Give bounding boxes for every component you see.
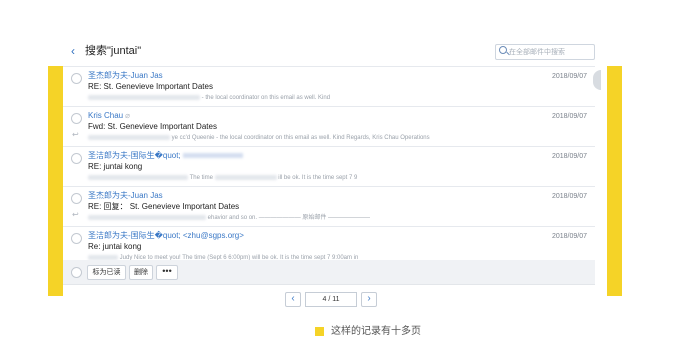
email-row[interactable]: 圣杰郎为夫-Juan Jas 2018/09/07 RE: St. Genevi… [63, 66, 595, 107]
email-preview: The time ill be ok. It is the time sept … [88, 174, 357, 182]
email-sender: 圣洁郎为夫-国际生�quot; <zhu@sgps.org> [88, 231, 244, 240]
attachment-icon: ⌀ [125, 111, 130, 120]
more-actions-button[interactable]: ••• [156, 265, 178, 280]
email-date: 2018/09/07 [551, 153, 587, 160]
sender-name: Kris Chau [88, 111, 124, 120]
email-subject: RE: juntai kong [88, 162, 143, 171]
search-placeholder: 在全部邮件中搜索 [509, 49, 565, 56]
select-checkbox[interactable] [71, 153, 82, 164]
redacted-text [214, 174, 277, 180]
preview-text: ill be ok. It is the time sept 7 9 [278, 175, 358, 181]
mark-read-button[interactable]: 标为已读 [87, 265, 126, 280]
email-subject: Fwd: St. Genevieve Important Dates [88, 122, 217, 131]
caption-text: 这样的记录有十多页 [331, 326, 421, 337]
right-yellow-bar [607, 66, 622, 296]
email-date: 2018/09/07 [551, 233, 587, 240]
email-subject: RE: 回复： St. Genevieve Important Dates [88, 202, 240, 211]
select-checkbox[interactable] [71, 193, 82, 204]
preview-text: ye cc'd Queenie - the local coordinator … [171, 135, 430, 141]
replied-arrow-icon: ↩ [72, 210, 79, 219]
email-row[interactable]: ↩ Kris Chau ⌀ 2018/09/07 Fwd: St. Genevie… [63, 107, 595, 147]
preview-text: ehavior and so on. ——————— 原始邮件 ——————— [207, 215, 371, 221]
left-yellow-bar [48, 66, 63, 296]
email-sender: 圣杰郎为夫-Juan Jas [88, 191, 163, 200]
sender-name: 圣洁郎为夫-国际生�quot; [88, 151, 181, 160]
preview-text: - the local coordinator on this email as… [201, 95, 331, 101]
select-checkbox[interactable] [71, 233, 82, 244]
redacted-text [88, 134, 170, 140]
email-list: 圣杰郎为夫-Juan Jas 2018/09/07 RE: St. Genevi… [63, 66, 595, 267]
back-arrow-icon[interactable]: ‹ [71, 45, 75, 57]
email-sender: 圣杰郎为夫-Juan Jas [88, 71, 163, 80]
caption-marker [315, 327, 324, 336]
redacted-text [88, 214, 206, 220]
next-page-button[interactable]: › [361, 292, 377, 307]
redacted-text [88, 94, 200, 100]
search-input[interactable]: 在全部邮件中搜索 [495, 44, 595, 60]
search-title: 搜索"juntai" [85, 45, 142, 57]
email-preview: ye cc'd Queenie - the local coordinator … [88, 134, 430, 142]
redacted-text [88, 174, 188, 180]
email-subject: Re: juntai kong [88, 242, 142, 251]
email-date: 2018/09/07 [551, 113, 587, 120]
email-sender: 圣洁郎为夫-国际生�quot; [88, 151, 243, 161]
email-date: 2018/09/07 [551, 73, 587, 80]
email-preview: ehavior and so on. ——————— 原始邮件 ——————— [88, 214, 370, 222]
page-indicator: 4 / 11 [305, 292, 357, 307]
select-all-checkbox[interactable] [71, 267, 82, 278]
delete-button[interactable]: 删除 [129, 265, 153, 280]
select-checkbox[interactable] [71, 73, 82, 84]
select-checkbox[interactable] [71, 113, 82, 124]
bulk-action-toolbar: 标为已读 删除 ••• [63, 260, 595, 285]
prev-page-button[interactable]: ‹ [285, 292, 301, 307]
mail-search-panel: ‹ 搜索"juntai" 在全部邮件中搜索 圣杰郎为夫-Juan Jas 201… [63, 40, 595, 322]
email-subject: RE: St. Genevieve Important Dates [88, 82, 213, 91]
search-icon [499, 46, 507, 54]
email-date: 2018/09/07 [551, 193, 587, 200]
email-preview: - the local coordinator on this email as… [88, 94, 330, 102]
preview-text: The time [189, 175, 213, 181]
search-header: ‹ 搜索"juntai" 在全部邮件中搜索 [63, 40, 595, 64]
email-row[interactable]: 圣洁郎为夫-国际生�quot; 2018/09/07 RE: juntai ko… [63, 147, 595, 187]
redacted-email [182, 153, 243, 159]
replied-arrow-icon: ↩ [72, 130, 79, 139]
email-sender: Kris Chau ⌀ [88, 111, 130, 121]
side-scroll-handle[interactable] [593, 70, 601, 90]
email-row[interactable]: ↩ 圣杰郎为夫-Juan Jas 2018/09/07 RE: 回复： St. … [63, 187, 595, 227]
